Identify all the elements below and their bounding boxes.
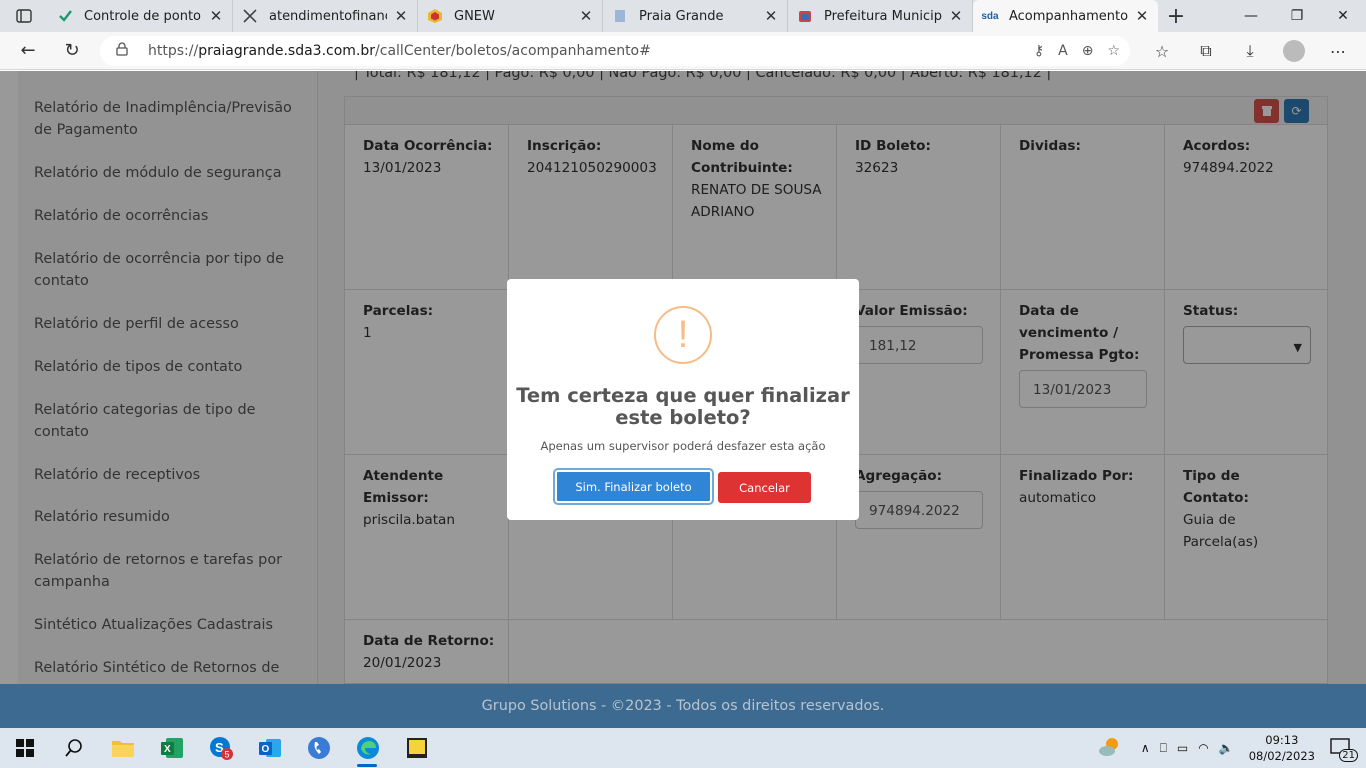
skype-badge: 5 (224, 750, 229, 760)
plus-icon: + (1166, 3, 1186, 29)
address-bar[interactable]: https://praiagrande.sda3.com.br/callCent… (100, 36, 1130, 66)
volume-icon[interactable]: 🔈 (1219, 741, 1234, 755)
search-icon (64, 739, 82, 757)
notification-count: 21 (1339, 748, 1358, 762)
cross-arrows-icon (241, 7, 259, 25)
skype-button[interactable]: S5 (196, 728, 245, 768)
warning-icon: ! (654, 306, 712, 364)
browser-tab-strip: Controle de ponto - Po ✕ atendimentofina… (0, 0, 1366, 32)
clock-date: 08/02/2023 (1248, 749, 1315, 763)
tab-title: Acompanhamento de (1009, 8, 1128, 24)
page-footer: Grupo Solutions - ©2023 - Todos os direi… (0, 684, 1366, 728)
minimize-button[interactable]: — (1228, 0, 1274, 32)
close-tab-icon[interactable]: ✕ (208, 7, 224, 25)
dialog-text: Apenas um supervisor poderá desfazer est… (540, 439, 826, 453)
browser-toolbar: ← ↻ https://praiagrande.sda3.com.br/call… (0, 32, 1366, 70)
browser-right-buttons: ☆ ⧉ ⤓ ⋯ (1140, 32, 1360, 70)
close-tab-icon[interactable]: ✕ (1134, 7, 1150, 25)
browser-tab[interactable]: atendimentofinancas@ ✕ (233, 0, 418, 32)
outlook-icon: O (258, 739, 281, 757)
city-crest-icon (796, 7, 814, 25)
svg-text:X: X (164, 744, 171, 755)
sticky-notes-button[interactable] (392, 728, 441, 768)
search-button[interactable] (49, 728, 98, 768)
sda-logo-icon: sda (981, 10, 999, 22)
svg-text:O: O (261, 744, 269, 755)
edge-icon (356, 737, 379, 759)
warning-glyph: ! (677, 313, 689, 356)
window-controls: — ❐ ✕ (1228, 0, 1366, 32)
maximize-button[interactable]: ❐ (1274, 0, 1320, 32)
close-window-button[interactable]: ✕ (1320, 0, 1366, 32)
tab-title: atendimentofinancas@ (269, 8, 387, 24)
refresh-icon: ↻ (64, 40, 80, 61)
more-menu-icon[interactable]: ⋯ (1316, 32, 1360, 70)
edge-button[interactable] (343, 728, 392, 768)
key-icon[interactable]: ⚷ (1034, 43, 1044, 59)
skype-icon: S5 (209, 737, 233, 760)
wifi-icon[interactable]: ◠ (1198, 741, 1208, 755)
read-aloud-icon[interactable]: A (1058, 43, 1068, 59)
address-bar-icons: ⚷ A ⊕ ☆ (1034, 36, 1120, 66)
start-button[interactable] (0, 728, 49, 768)
weather-icon[interactable] (1098, 737, 1122, 760)
excel-icon: X (160, 738, 183, 758)
dialog-title: Tem certeza que quer finalizar este bole… (516, 384, 850, 429)
lock-icon (116, 42, 136, 60)
tab-title: Controle de ponto - Po (84, 8, 202, 24)
browser-tab[interactable]: GNEW ✕ (418, 0, 603, 32)
outlook-button[interactable]: O (245, 728, 294, 768)
downloads-icon[interactable]: ⤓ (1228, 32, 1272, 70)
back-button[interactable]: ← (6, 32, 50, 70)
tab-actions-icon (16, 9, 32, 23)
zoom-icon[interactable]: ⊕ (1082, 43, 1094, 59)
add-favorite-icon[interactable]: ☆ (1107, 43, 1120, 59)
system-tray: ∧ ⎕ ▭ ◠ 🔈 09:13 08/02/2023 21 (1093, 728, 1366, 768)
close-tab-icon[interactable]: ✕ (948, 7, 964, 25)
browser-tab[interactable]: Controle de ponto - Po ✕ (48, 0, 233, 32)
tab-title: GNEW (454, 8, 495, 24)
phone-icon (307, 737, 330, 759)
check-shield-icon (56, 7, 74, 25)
confirm-dialog: ! Tem certeza que quer finalizar este bo… (507, 279, 859, 520)
browser-tab[interactable]: Praia Grande ✕ (603, 0, 788, 32)
phone-button[interactable] (294, 728, 343, 768)
refresh-button[interactable]: ↻ (50, 32, 94, 70)
sticky-notes-icon (406, 738, 427, 758)
chevron-up-icon[interactable]: ∧ (1141, 741, 1150, 755)
favorites-icon[interactable]: ☆ (1140, 32, 1184, 70)
file-explorer-button[interactable] (98, 728, 147, 768)
folder-icon (111, 741, 134, 757)
taskbar: X S5 O ∧ ⎕ ▭ ◠ 🔈 09:13 08/02/2023 21 (0, 728, 1366, 768)
notifications-icon[interactable]: 21 (1330, 737, 1358, 762)
close-tab-icon[interactable]: ✕ (393, 7, 409, 25)
tab-title: Prefeitura Municipal d (824, 8, 942, 24)
windows-logo-icon (15, 739, 34, 757)
device-icon[interactable]: ⎕ (1160, 741, 1167, 756)
cancel-button[interactable]: Cancelar (718, 472, 811, 503)
tab-actions-menu-button[interactable] (0, 0, 48, 32)
gnew-logo-icon (426, 7, 444, 25)
close-tab-icon[interactable]: ✕ (578, 7, 594, 25)
clock-time: 09:13 (1265, 733, 1299, 747)
new-tab-button[interactable]: + (1158, 0, 1194, 32)
url-host: praiagrande.sda3.com.br (198, 43, 376, 59)
confirm-finalize-button[interactable]: Sim. Finalizar boleto (555, 470, 712, 503)
excel-button[interactable]: X (147, 728, 196, 768)
browser-tab[interactable]: Prefeitura Municipal d ✕ (788, 0, 973, 32)
close-tab-icon[interactable]: ✕ (763, 7, 779, 25)
battery-icon[interactable]: ▭ (1177, 741, 1188, 755)
clock[interactable]: 09:13 08/02/2023 (1249, 732, 1315, 764)
profile-avatar[interactable] (1272, 32, 1316, 70)
url-path: /callCenter/boletos/acompanhamento# (375, 43, 651, 59)
page-icon (611, 7, 629, 25)
arrow-left-icon: ← (20, 40, 36, 61)
collections-icon[interactable]: ⧉ (1184, 32, 1228, 70)
browser-tab-active[interactable]: sda Acompanhamento de ✕ (973, 0, 1158, 32)
tab-title: Praia Grande (639, 8, 724, 24)
url-scheme: https:// (148, 43, 199, 59)
